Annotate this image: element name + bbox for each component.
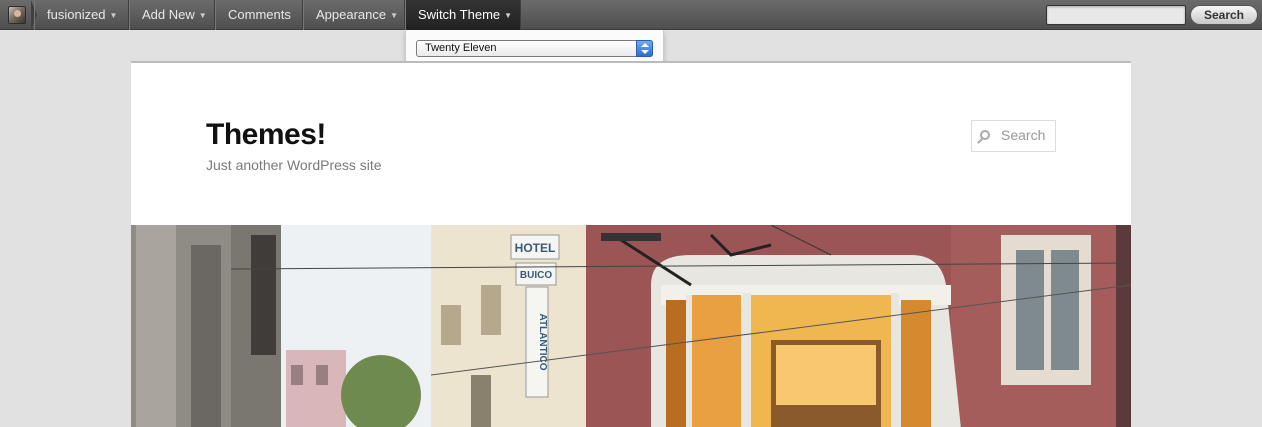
theme-select[interactable]: Twenty Eleven bbox=[416, 40, 653, 57]
menu-add-new-label: Add New bbox=[142, 7, 195, 22]
menu-appearance-label: Appearance bbox=[316, 7, 387, 22]
header-image[interactable]: HOTEL BUICO ATLANTICO bbox=[131, 225, 1131, 427]
menu-add-new[interactable]: Add New ▼ bbox=[129, 0, 215, 30]
menu-appearance[interactable]: Appearance ▼ bbox=[303, 0, 405, 30]
avatar-icon[interactable] bbox=[8, 6, 26, 24]
menu-comments[interactable]: Comments bbox=[215, 0, 303, 30]
menu-comments-label: Comments bbox=[228, 7, 291, 22]
admin-bar: fusionized ▼ Add New ▼ Comments Appearance… bbox=[0, 0, 1262, 30]
caret-down-icon: ▼ bbox=[504, 11, 513, 20]
theme-select-value: Twenty Eleven bbox=[425, 42, 497, 54]
site-description: Just another WordPress site bbox=[206, 157, 382, 173]
search-icon bbox=[980, 130, 990, 140]
menu-switch-theme-label: Switch Theme bbox=[418, 7, 501, 22]
site-title[interactable]: Themes! bbox=[206, 118, 326, 152]
site-search-input[interactable]: Search bbox=[971, 120, 1056, 152]
site-page: Themes! Just another WordPress site Sear… bbox=[131, 61, 1131, 427]
sign-atlantico: ATLANTICO bbox=[537, 313, 548, 370]
caret-down-icon: ▼ bbox=[390, 11, 399, 20]
menu-fusionized[interactable]: fusionized ▼ bbox=[34, 0, 129, 30]
menu-fusionized-label: fusionized bbox=[47, 7, 106, 22]
caret-down-icon: ▼ bbox=[109, 11, 118, 20]
adminbar-search-input[interactable] bbox=[1046, 5, 1186, 25]
sign-hotel: HOTEL bbox=[515, 241, 556, 255]
tram-street-photo: HOTEL BUICO ATLANTICO bbox=[131, 225, 1131, 427]
select-arrows-icon[interactable] bbox=[636, 40, 653, 57]
caret-down-icon: ▼ bbox=[198, 11, 207, 20]
adminbar-search-button[interactable]: Search bbox=[1190, 5, 1258, 25]
search-placeholder: Search bbox=[1001, 127, 1046, 143]
sign-buico: BUICO bbox=[520, 270, 552, 281]
menu-switch-theme[interactable]: Switch Theme ▼ bbox=[405, 0, 521, 30]
